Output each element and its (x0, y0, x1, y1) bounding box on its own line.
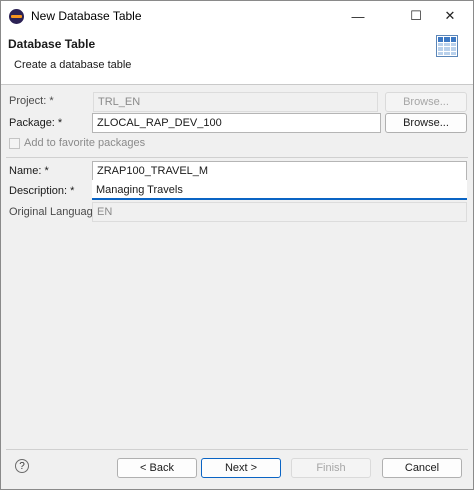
banner-subtitle: Create a database table (14, 59, 132, 71)
package-label: Package: * (9, 117, 63, 129)
table-icon (436, 35, 458, 57)
package-browse-button[interactable]: Browse... (385, 113, 467, 133)
title-bar: New Database Table — ☐ ✕ (1, 1, 473, 31)
finish-button: Finish (291, 458, 371, 478)
name-field[interactable]: ZRAP100_TRAVEL_M (92, 161, 467, 181)
cancel-button[interactable]: Cancel (382, 458, 462, 478)
project-field: TRL_EN (93, 92, 378, 112)
package-field[interactable]: ZLOCAL_RAP_DEV_100 (92, 113, 381, 133)
favorite-label: Add to favorite packages (24, 137, 146, 149)
eclipse-icon (9, 9, 24, 24)
language-label: Original Language: (9, 206, 102, 218)
back-button[interactable]: < Back (117, 458, 197, 478)
help-icon[interactable]: ? (15, 459, 29, 473)
dialog-window: New Database Table — ☐ ✕ Database Table … (0, 0, 474, 490)
favorite-checkbox[interactable] (9, 137, 20, 149)
next-button[interactable]: Next > (201, 458, 281, 478)
close-button[interactable]: ✕ (427, 1, 473, 31)
banner-title: Database Table (8, 37, 96, 51)
description-label: Description: * (9, 185, 75, 197)
separator (6, 157, 468, 158)
footer-separator (6, 449, 468, 450)
minimize-button[interactable]: — (335, 1, 381, 31)
project-label: Project: * (9, 95, 54, 107)
description-field[interactable]: Managing Travels (92, 180, 467, 200)
wizard-banner: Database Table Create a database table (1, 31, 473, 85)
favorite-checkbox-row[interactable]: Add to favorite packages (9, 137, 145, 149)
language-field: EN (92, 202, 467, 222)
window-title: New Database Table (31, 9, 142, 23)
project-browse-button: Browse... (385, 92, 467, 112)
name-label: Name: * (9, 165, 49, 177)
